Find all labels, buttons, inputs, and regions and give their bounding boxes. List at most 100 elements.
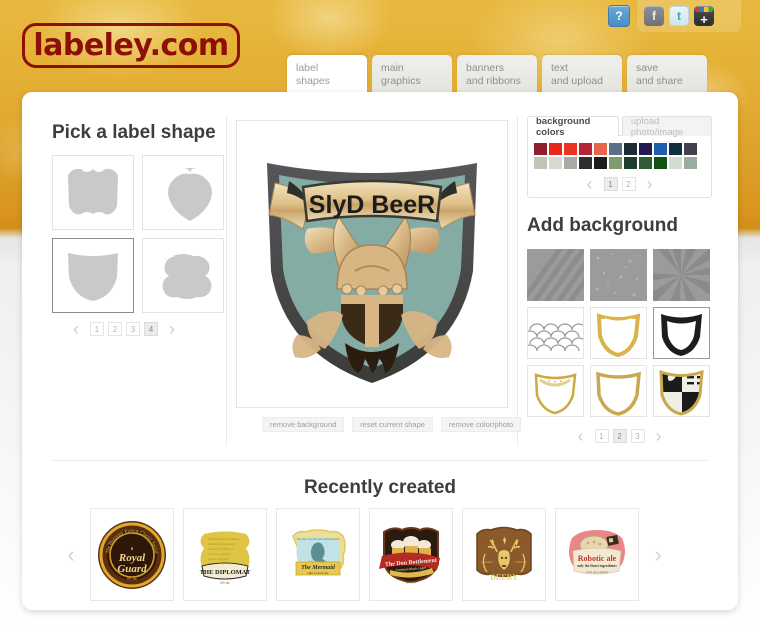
tab-save-and-share[interactable]: save and share xyxy=(627,55,707,97)
color-swatch[interactable] xyxy=(684,157,697,169)
color-swatch[interactable] xyxy=(594,157,607,169)
background-pager-next[interactable]: › xyxy=(649,427,669,445)
recent-item-don-bottlement[interactable]: The Don Bottlement Premium Black Lager a… xyxy=(369,508,453,601)
color-swatch[interactable] xyxy=(534,157,547,169)
remove-background-button[interactable]: remove background xyxy=(262,417,345,432)
recently-created-title: Recently created xyxy=(303,477,457,498)
tab-background-colors[interactable]: background colors xyxy=(527,116,619,138)
svg-text:old town. Aged for: old town. Aged for xyxy=(208,552,231,556)
recent-item-the-diplomat[interactable]: The Fine Spirits Company Distilled and b… xyxy=(183,508,267,601)
shape-page-4[interactable]: 4 xyxy=(144,322,158,336)
bg-thumb-speckle-texture[interactable] xyxy=(590,249,647,301)
mermaid-sub: light smooth ale xyxy=(307,571,328,575)
label-canvas[interactable]: SlyD BeeR xyxy=(236,120,508,408)
color-swatch[interactable] xyxy=(564,157,577,169)
svg-text:The Fine Spirits Company: The Fine Spirits Company xyxy=(208,537,240,541)
color-swatch[interactable] xyxy=(654,143,667,155)
divider-right xyxy=(517,116,518,446)
bg-thumb-gold-shield-thin[interactable] xyxy=(527,365,584,417)
tab-label-shapes[interactable]: label shapes xyxy=(287,55,367,97)
color-swatch[interactable] xyxy=(564,143,577,155)
site-logo[interactable]: labeley.com xyxy=(22,23,240,68)
color-swatch[interactable] xyxy=(639,143,652,155)
color-swatch[interactable] xyxy=(669,157,682,169)
bg-thumb-gold-shield-wide[interactable] xyxy=(590,365,647,417)
recent-prev-arrow[interactable]: ‹ xyxy=(52,543,90,566)
tab-text-and-upload[interactable]: text and upload xyxy=(542,55,622,97)
color-swatch[interactable] xyxy=(534,143,547,155)
tab-banners-line2: and ribbons xyxy=(466,74,521,87)
color-pager: ‹ 1 2 › xyxy=(534,175,705,193)
color-swatch[interactable] xyxy=(624,157,637,169)
social-share-tray: f t + xyxy=(637,0,741,32)
canvas-action-bar: remove background reset current shape re… xyxy=(262,417,522,432)
color-swatch[interactable] xyxy=(669,143,682,155)
tab-save-line2: and share xyxy=(636,74,683,87)
divider-left xyxy=(226,116,227,446)
label-title-text: SlyD BeeR xyxy=(309,191,435,219)
color-swatch[interactable] xyxy=(684,143,697,155)
background-page-1[interactable]: 1 xyxy=(594,429,609,443)
bg-thumb-scales[interactable] xyxy=(527,307,584,359)
color-swatch[interactable] xyxy=(639,157,652,169)
bg-thumb-gold-shield-open[interactable] xyxy=(590,307,647,359)
facebook-icon[interactable]: f xyxy=(644,6,664,26)
shape-pager-next[interactable]: › xyxy=(162,320,182,338)
color-swatch[interactable] xyxy=(594,143,607,155)
shape-page-1[interactable]: 1 xyxy=(90,322,104,336)
tab-main-graphics-line1: main xyxy=(381,62,404,74)
shape-option-3[interactable] xyxy=(52,238,134,313)
background-page-3[interactable]: 3 xyxy=(630,429,645,443)
royal-guard-sub: 5% alc xyxy=(127,577,137,581)
color-swatch[interactable] xyxy=(609,143,622,155)
color-pager-next[interactable]: › xyxy=(640,175,660,193)
shape-page-2[interactable]: 2 xyxy=(108,322,122,336)
bg-thumb-sunburst[interactable] xyxy=(653,249,710,301)
tab-save-line1: save xyxy=(636,62,659,74)
color-swatch[interactable] xyxy=(654,157,667,169)
recent-item-royal-guard[interactable]: The Honorary Review Classic Award a Roya… xyxy=(90,508,174,601)
shape-option-2[interactable] xyxy=(142,155,224,230)
add-background-title: Add background xyxy=(527,215,678,236)
color-swatch[interactable] xyxy=(609,157,622,169)
recent-item-robotic-ale[interactable]: Robotic ale only the finest ingredients … xyxy=(555,508,639,601)
main-tab-bar: label shapes main graphics banners and r… xyxy=(287,55,707,97)
bg-thumb-diagonal-stripes[interactable] xyxy=(527,249,584,301)
recent-item-the-mermaid[interactable]: The Old Captain's Recommendation The Mer… xyxy=(276,508,360,601)
deery-line1: DEERY xyxy=(490,573,518,582)
svg-text:twelve long years.: twelve long years. xyxy=(208,557,230,561)
color-swatch[interactable] xyxy=(579,157,592,169)
tab-upload-photo-image[interactable]: upload photo/image xyxy=(621,116,712,138)
deery-right-text: 4.5% alc xyxy=(516,560,527,564)
color-page-2[interactable]: 2 xyxy=(621,177,636,191)
robotic-line1: Robotic ale xyxy=(578,554,617,563)
bg-thumb-black-shield[interactable] xyxy=(653,307,710,359)
recent-item-deery[interactable]: premium 4.5% alc DEERY xyxy=(462,508,546,601)
background-thumb-pager: ‹ 1 2 3 › xyxy=(527,427,712,445)
tab-banners-line1: banners xyxy=(466,62,504,74)
shape-page-3[interactable]: 3 xyxy=(126,322,140,336)
recent-next-arrow[interactable]: › xyxy=(639,543,677,566)
remove-color-photo-button[interactable]: remove color/photo xyxy=(440,417,522,432)
color-swatch[interactable] xyxy=(549,157,562,169)
background-thumb-grid xyxy=(527,249,711,417)
shape-option-1[interactable] xyxy=(52,155,134,230)
color-swatch[interactable] xyxy=(624,143,637,155)
color-page-1[interactable]: 1 xyxy=(603,177,618,191)
tab-banners-and-ribbons[interactable]: banners and ribbons xyxy=(457,55,537,97)
shape-option-4[interactable] xyxy=(142,238,224,313)
reset-current-shape-button[interactable]: reset current shape xyxy=(352,417,433,432)
tab-main-graphics[interactable]: main graphics xyxy=(372,55,452,97)
bg-thumb-heraldic-crest[interactable] xyxy=(653,365,710,417)
background-page-2[interactable]: 2 xyxy=(612,429,627,443)
twitter-icon[interactable]: t xyxy=(669,6,689,26)
googleplus-icon[interactable]: + xyxy=(694,6,714,26)
color-pager-prev[interactable]: ‹ xyxy=(580,175,600,193)
help-button[interactable]: ? xyxy=(608,5,630,27)
background-panel: background colors upload photo/image ‹ 1… xyxy=(527,116,712,445)
color-swatch[interactable] xyxy=(549,143,562,155)
color-swatch-row-2 xyxy=(534,157,705,169)
shape-pager-prev[interactable]: ‹ xyxy=(66,320,86,338)
background-pager-prev[interactable]: ‹ xyxy=(571,427,591,445)
color-swatch[interactable] xyxy=(579,143,592,155)
